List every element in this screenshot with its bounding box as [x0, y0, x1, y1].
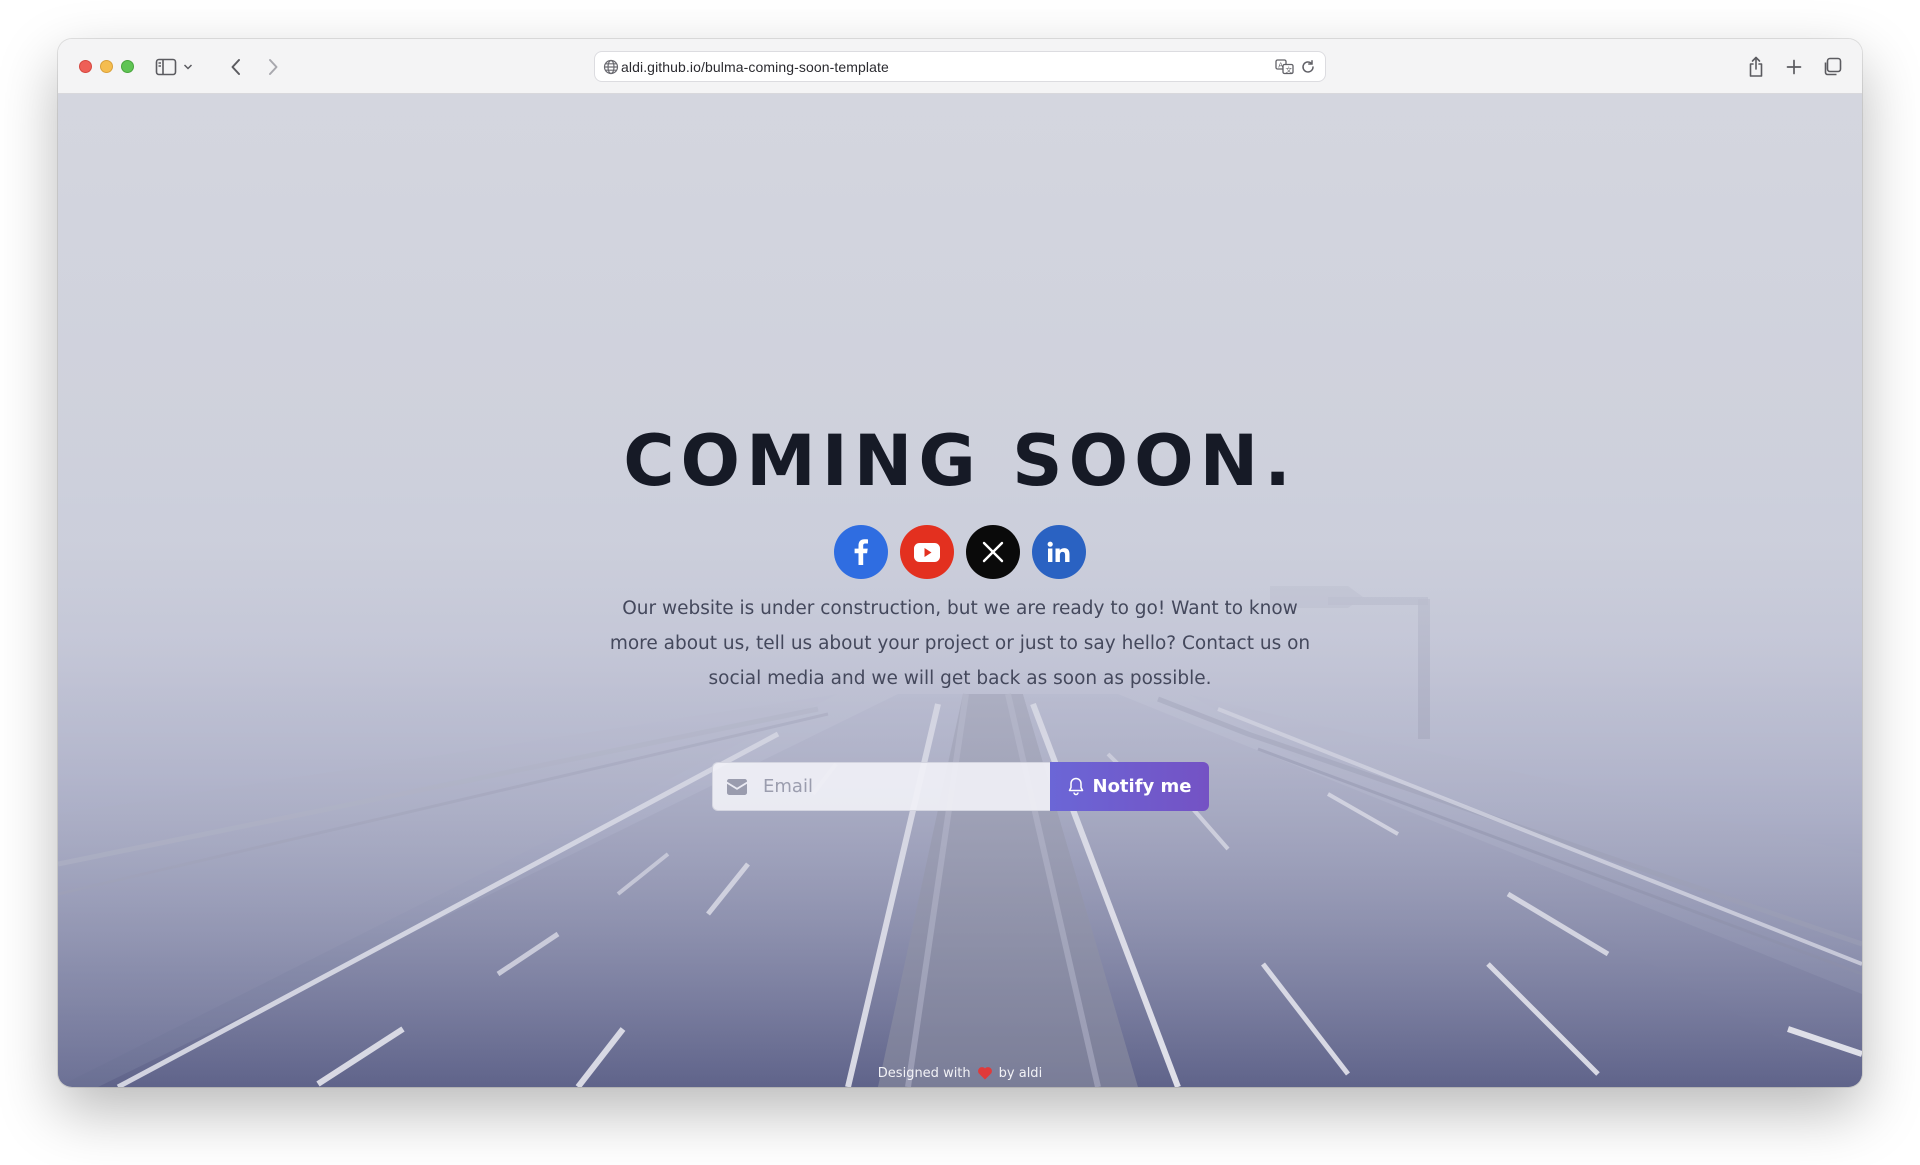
- notify-form: Notify me: [712, 762, 1209, 811]
- social-links: [834, 525, 1086, 581]
- x-logo-icon: [982, 541, 1004, 563]
- forward-icon[interactable]: [259, 53, 287, 81]
- back-icon[interactable]: [222, 53, 250, 81]
- linkedin-icon: [1047, 541, 1070, 562]
- footer-prefix: Designed with: [877, 1066, 971, 1081]
- url-text[interactable]: aldi.github.io/bulma-coming-soon-templat…: [621, 59, 889, 75]
- linkedin-link[interactable]: [1032, 525, 1086, 579]
- minimize-window-button[interactable]: [100, 60, 113, 73]
- sidebar-toggle-icon[interactable]: [152, 53, 180, 81]
- globe-icon: [603, 59, 619, 75]
- email-field-wrapper: [712, 762, 1050, 811]
- tab-overview-icon[interactable]: [1818, 53, 1846, 81]
- close-window-button[interactable]: [79, 60, 92, 73]
- zoom-window-button[interactable]: [121, 60, 134, 73]
- footer-suffix: by aldi: [998, 1066, 1043, 1081]
- notify-me-button[interactable]: Notify me: [1050, 762, 1209, 811]
- facebook-icon: [854, 539, 868, 565]
- page-viewport: COMING SOON. Our website is under constr…: [58, 94, 1862, 1087]
- footer-credit: Designed with by aldi: [58, 1066, 1862, 1081]
- browser-window: aldi.github.io/bulma-coming-soon-templat…: [58, 39, 1862, 1087]
- translate-icon[interactable]: A 文: [1275, 58, 1295, 76]
- new-tab-icon[interactable]: [1780, 53, 1808, 81]
- browser-toolbar: aldi.github.io/bulma-coming-soon-templat…: [58, 39, 1862, 94]
- chevron-down-icon[interactable]: [180, 53, 196, 81]
- heart-icon: [977, 1067, 992, 1080]
- youtube-link[interactable]: [900, 525, 954, 579]
- page-title: COMING SOON.: [623, 419, 1297, 502]
- notify-me-label: Notify me: [1092, 776, 1192, 797]
- svg-text:A: A: [1278, 62, 1283, 70]
- x-twitter-link[interactable]: [966, 525, 1020, 579]
- email-input[interactable]: [761, 763, 1046, 810]
- facebook-link[interactable]: [834, 525, 888, 579]
- envelope-icon: [727, 779, 747, 795]
- address-bar[interactable]: aldi.github.io/bulma-coming-soon-templat…: [594, 51, 1326, 82]
- youtube-icon: [914, 542, 940, 562]
- svg-text:文: 文: [1286, 65, 1293, 74]
- description-text: Our website is under construction, but w…: [609, 597, 1311, 689]
- reload-icon[interactable]: [1300, 59, 1316, 75]
- coming-soon-hero: COMING SOON. Our website is under constr…: [58, 94, 1862, 1087]
- share-icon[interactable]: [1742, 53, 1770, 81]
- bell-icon: [1068, 777, 1083, 796]
